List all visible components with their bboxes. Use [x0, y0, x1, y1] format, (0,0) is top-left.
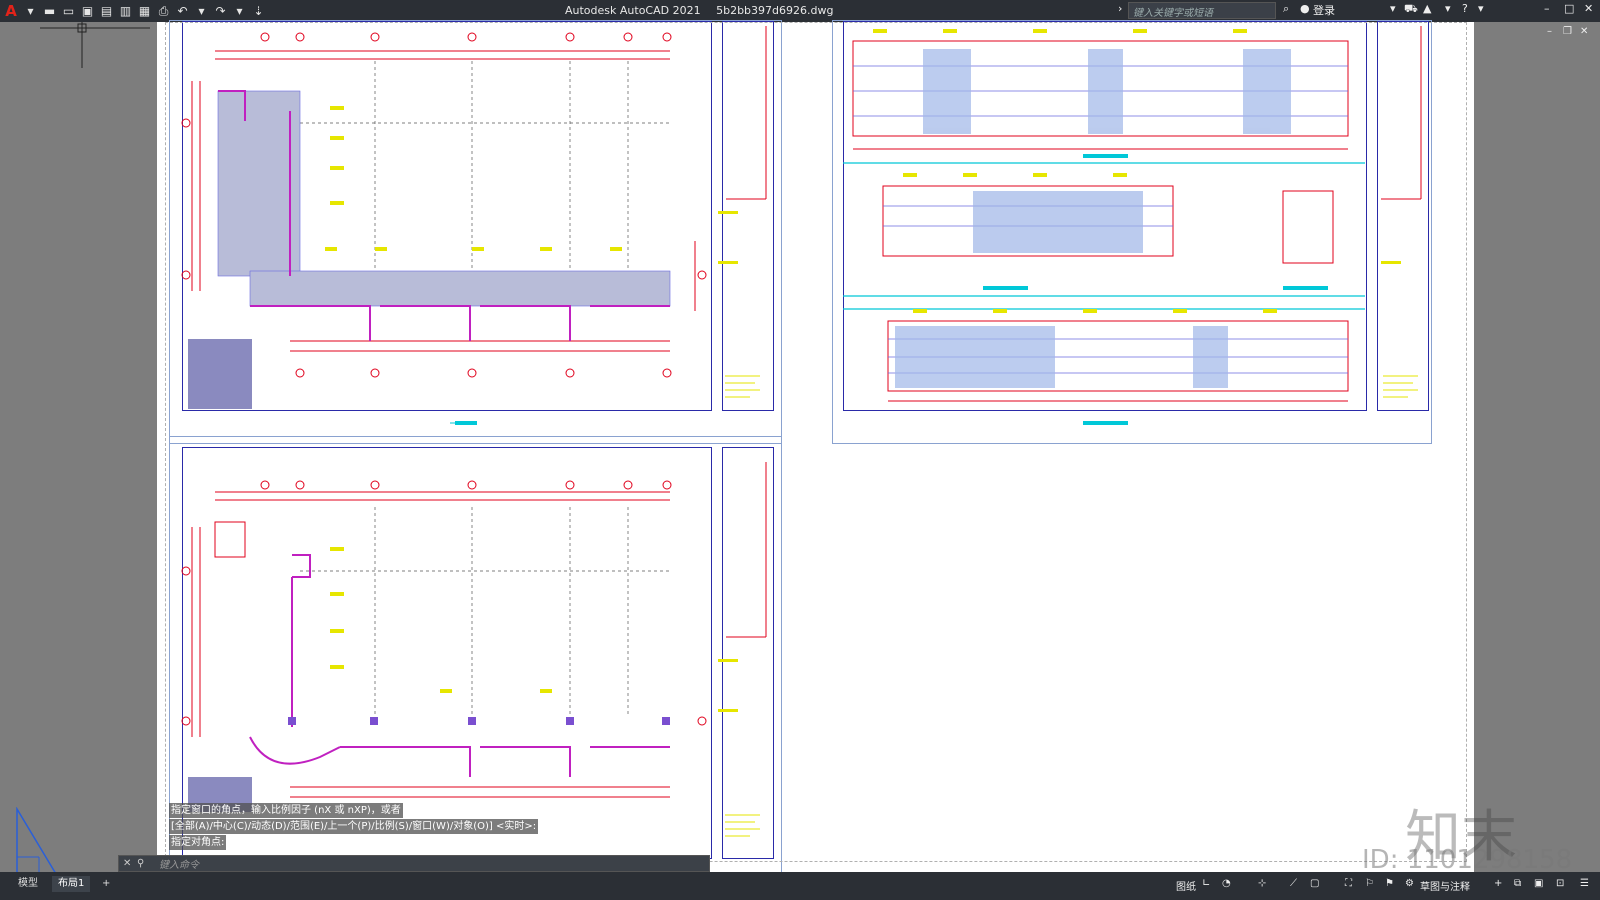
- cart-icon[interactable]: ⛟: [1404, 2, 1418, 17]
- plot-icon[interactable]: ⎙: [155, 2, 172, 20]
- tab-add[interactable]: +: [96, 876, 116, 892]
- command-customize-icon[interactable]: ⚲: [137, 858, 144, 869]
- customize-menu-icon[interactable]: ☰: [1580, 878, 1589, 889]
- workspace-gear-icon[interactable]: ⚙: [1405, 878, 1414, 889]
- paper-layout: [157, 20, 1474, 878]
- window-title: Autodesk AutoCAD 2021 5b2bb397d6926.dwg: [565, 4, 845, 17]
- a360-icon[interactable]: ▲: [1423, 2, 1431, 15]
- command-history: 指定窗口的角点，输入比例因子 (nX 或 nXP)，或者 [全部(A)/中心(C…: [169, 803, 539, 851]
- search-input[interactable]: 键入关键字或短语: [1128, 2, 1276, 19]
- app-menu-chevron-icon[interactable]: ▾: [22, 2, 39, 20]
- status-bar: 模型 布局1 + 图纸 ∟ ◔ ⊹ ⟋ ▢ ⛶ ⚐ ⚑ ⚙ 草图与注释 + ⧉ …: [0, 872, 1600, 900]
- command-history-line: 指定对角点:: [169, 835, 227, 850]
- viewport-close-icon[interactable]: ✕: [1580, 26, 1588, 37]
- lineweight-icon[interactable]: ⟋: [1290, 878, 1297, 889]
- login-dropdown-icon[interactable]: ▾: [1390, 2, 1396, 15]
- maximize-icon[interactable]: □: [1564, 2, 1574, 15]
- osnap-icon[interactable]: ⊹: [1258, 878, 1266, 889]
- command-history-line: [全部(A)/中心(C)/动态(D)/范围(E)/上一个(P)/比例(S)/窗口…: [169, 819, 539, 834]
- customize-toolbar-icon[interactable]: ⇣: [250, 2, 267, 20]
- polar-tracking-icon[interactable]: ◔: [1222, 878, 1231, 889]
- snap-icon[interactable]: ∟: [1202, 878, 1210, 889]
- viewport-minimize-icon[interactable]: –: [1547, 26, 1552, 37]
- selection-cycling-icon[interactable]: ▢: [1310, 878, 1319, 889]
- crosshair-cursor-icon: [40, 22, 150, 68]
- watermark-id: ID: 1101298158: [1362, 845, 1573, 875]
- file-title: 5b2bb397d6926.dwg: [716, 4, 834, 17]
- drawing-area[interactable]: – ❐ ✕ 知末 ID: 1101298158: [0, 20, 1600, 880]
- a360-dropdown-icon[interactable]: ▾: [1445, 2, 1451, 15]
- quick-access-toolbar: A ▾ ▬ ▭ ▣ ▤ ▥ ▦ ⎙ ↶ ▾ ↷ ▾ ⇣: [0, 1, 267, 21]
- annotation-scale-icon[interactable]: ⛶: [1345, 878, 1352, 889]
- viewport-restore-icon[interactable]: ❐: [1563, 26, 1572, 37]
- user-icon[interactable]: ●: [1300, 2, 1310, 15]
- paper-space-toggle[interactable]: 图纸: [1176, 878, 1196, 893]
- minimize-icon[interactable]: –: [1544, 2, 1550, 15]
- title-bar: A ▾ ▬ ▭ ▣ ▤ ▥ ▦ ⎙ ↶ ▾ ↷ ▾ ⇣ Autodesk Aut…: [0, 0, 1600, 22]
- close-icon[interactable]: ✕: [1584, 2, 1593, 15]
- login-button[interactable]: 登录: [1313, 2, 1335, 18]
- auto-scale-icon[interactable]: ⚑: [1385, 878, 1394, 889]
- clean-screen-icon[interactable]: ⊡: [1556, 878, 1564, 889]
- undo-dropdown-icon[interactable]: ▾: [193, 2, 210, 20]
- save-as-icon[interactable]: ▤: [98, 2, 115, 20]
- new-file-icon[interactable]: ▬: [41, 2, 58, 20]
- help-icon[interactable]: ?: [1462, 2, 1468, 15]
- help-dropdown-icon[interactable]: ▾: [1478, 2, 1484, 15]
- annotation-visibility-icon[interactable]: ⚐: [1365, 878, 1374, 889]
- workspace-switch[interactable]: 草图与注释: [1420, 878, 1470, 893]
- ucs-icon: [16, 807, 61, 880]
- printable-area: [165, 22, 1467, 862]
- search-expand-icon[interactable]: ›: [1118, 2, 1122, 15]
- search-icon[interactable]: ⌕: [1283, 2, 1289, 16]
- autocad-logo-icon[interactable]: A: [2, 1, 20, 21]
- app-title: Autodesk AutoCAD 2021: [565, 4, 701, 17]
- isolate-objects-icon[interactable]: ⧉: [1514, 878, 1521, 889]
- save-icon[interactable]: ▣: [79, 2, 96, 20]
- open-web-icon[interactable]: ▥: [117, 2, 134, 20]
- command-input[interactable]: 键入命令: [159, 856, 199, 871]
- tab-model[interactable]: 模型: [12, 876, 44, 892]
- command-line[interactable]: ✕ ⚲ 键入命令: [118, 855, 710, 872]
- redo-dropdown-icon[interactable]: ▾: [231, 2, 248, 20]
- open-folder-icon[interactable]: ▭: [60, 2, 77, 20]
- save-web-icon[interactable]: ▦: [136, 2, 153, 20]
- undo-icon[interactable]: ↶: [174, 2, 191, 20]
- annotation-monitor-icon[interactable]: +: [1494, 878, 1502, 889]
- command-history-line: 指定窗口的角点，输入比例因子 (nX 或 nXP)，或者: [169, 803, 403, 818]
- tab-layout1[interactable]: 布局1: [52, 876, 91, 892]
- hardware-accel-icon[interactable]: ▣: [1534, 878, 1543, 889]
- command-close-icon[interactable]: ✕: [123, 858, 131, 869]
- redo-icon[interactable]: ↷: [212, 2, 229, 20]
